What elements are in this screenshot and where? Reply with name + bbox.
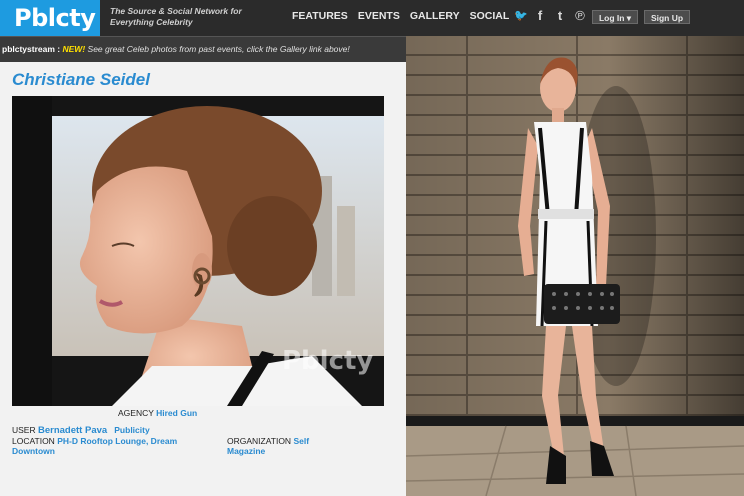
nav-social[interactable]: SOCIAL	[470, 0, 510, 36]
agency-label: AGENCY	[118, 408, 154, 418]
user-org-link[interactable]: Publicity	[114, 425, 149, 435]
fullbody-photo[interactable]	[406, 36, 744, 496]
social-links: 🐦 f t ℗	[514, 8, 586, 24]
watermark: Pblcty	[282, 346, 374, 376]
signup-button[interactable]: Sign Up	[644, 10, 690, 24]
agency-link[interactable]: Hired Gun	[156, 408, 197, 418]
portrait-photo[interactable]: Pblcty	[12, 96, 384, 406]
nav-events[interactable]: EVENTS	[358, 0, 400, 36]
user-link[interactable]: Bernadett Pava	[38, 425, 107, 436]
pinterest-icon[interactable]: ℗	[574, 8, 586, 24]
nav-features[interactable]: FEATURES	[292, 0, 348, 36]
site-logo[interactable]: Pblcty	[0, 0, 100, 36]
nav-gallery[interactable]: GALLERY	[410, 0, 460, 36]
organization-info: ORGANIZATION Self Magazine	[227, 436, 337, 456]
stream-message: See great Celeb photos from past events,…	[87, 44, 350, 54]
fullbody-image	[406, 36, 744, 496]
tumblr-icon[interactable]: t	[554, 8, 566, 24]
site-header: Pblcty The Source & Social Network for E…	[0, 0, 744, 36]
location-info: LOCATION PH-D Rooftop Lounge, Dream Down…	[12, 436, 197, 456]
user-label: USER	[12, 425, 36, 435]
stream-ticker: pblctystream : NEW! See great Celeb phot…	[0, 36, 406, 62]
user-info: USER Bernadett Pava Publicity	[12, 425, 150, 436]
location-label: LOCATION	[12, 436, 55, 446]
celebrity-name[interactable]: Christiane Seidel	[12, 70, 150, 90]
facebook-icon[interactable]: f	[534, 8, 546, 24]
agency-info: AGENCY Hired Gun	[118, 408, 197, 418]
new-badge: NEW!	[62, 44, 86, 54]
profile-panel: Christiane Seidel Pblcty AGENCY Hired Gu…	[0, 62, 406, 496]
site-tagline: The Source & Social Network for Everythi…	[110, 6, 242, 27]
login-button[interactable]: Log In ▾	[592, 10, 638, 24]
main-nav: FEATURES EVENTS GALLERY SOCIAL	[292, 0, 509, 36]
organization-label: ORGANIZATION	[227, 436, 292, 446]
stream-label[interactable]: pblctystream :	[2, 44, 60, 54]
twitter-icon[interactable]: 🐦	[514, 8, 528, 24]
